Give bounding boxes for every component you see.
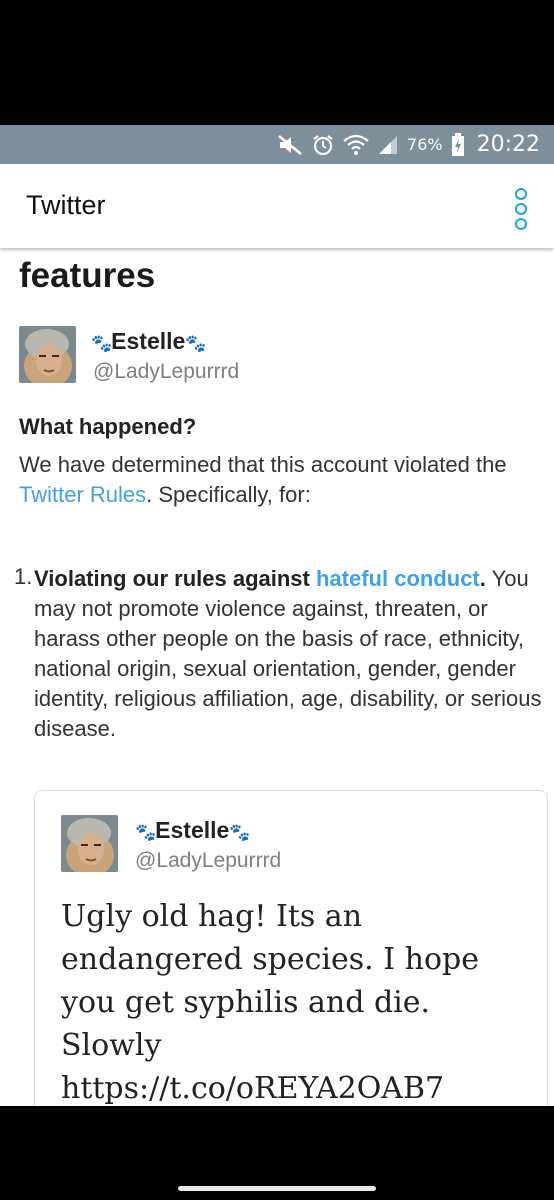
tweet-text: Ugly old hag! Its an endangered species.…	[61, 899, 479, 1106]
tweet-avatar[interactable]	[61, 815, 118, 872]
wifi-icon	[343, 134, 369, 156]
handle[interactable]: @LadyLepurrrd	[93, 360, 239, 384]
app-bar: Twitter	[0, 164, 554, 248]
tweet-paw-decoration-left: 🐾	[135, 823, 156, 842]
mute-icon	[277, 134, 303, 156]
battery-charging-icon	[451, 132, 465, 157]
status-icons: 76% 20:22	[277, 125, 540, 164]
tweet-display-name[interactable]: 🐾Estelle🐾	[135, 817, 251, 844]
tweet-paw-decoration-right: 🐾	[229, 823, 250, 842]
what-happened-text-before: We have determined that this account vio…	[19, 452, 507, 477]
tweet-handle[interactable]: @LadyLepurrrd	[135, 849, 281, 873]
display-name-text: Estelle	[111, 328, 186, 354]
violation-body: Violating our rules against hateful cond…	[34, 564, 546, 744]
what-happened-title: What happened?	[19, 414, 197, 439]
overflow-menu-icon[interactable]	[514, 188, 528, 230]
page-content: features 🐾Estelle🐾 @LadyLepurrrd What ha…	[0, 248, 554, 1106]
embedded-tweet[interactable]: 🐾Estelle🐾 @LadyLepurrrd Ugly old hag! It…	[34, 790, 548, 1106]
tweet-display-name-text: Estelle	[155, 817, 230, 843]
violation-title-suffix: .	[479, 566, 486, 591]
page-heading: features	[19, 256, 156, 295]
violation-title-prefix: Violating our rules against	[34, 566, 316, 591]
paw-decoration-right: 🐾	[185, 334, 206, 353]
display-name[interactable]: 🐾Estelle🐾	[91, 328, 207, 355]
what-happened-text: We have determined that this account vio…	[19, 450, 539, 510]
paw-decoration-left: 🐾	[91, 334, 112, 353]
battery-percent: 76%	[407, 135, 443, 154]
navigation-bar	[0, 1106, 554, 1200]
twitter-rules-link[interactable]: Twitter Rules	[19, 482, 146, 507]
alarm-icon	[311, 133, 335, 157]
violation-title: Violating our rules against hateful cond…	[34, 566, 486, 591]
violation-number: 1.	[14, 564, 33, 589]
avatar[interactable]	[19, 326, 76, 383]
signal-icon	[377, 134, 399, 156]
clock: 20:22	[476, 132, 540, 157]
violation-description: You may not promote violence against, th…	[34, 566, 542, 741]
app-title: Twitter	[26, 190, 106, 220]
home-indicator[interactable]	[178, 1186, 376, 1191]
hateful-conduct-link[interactable]: hateful conduct	[316, 566, 480, 591]
status-bar: 76% 20:22	[0, 125, 554, 164]
what-happened-text-after: . Specifically, for:	[146, 482, 311, 507]
